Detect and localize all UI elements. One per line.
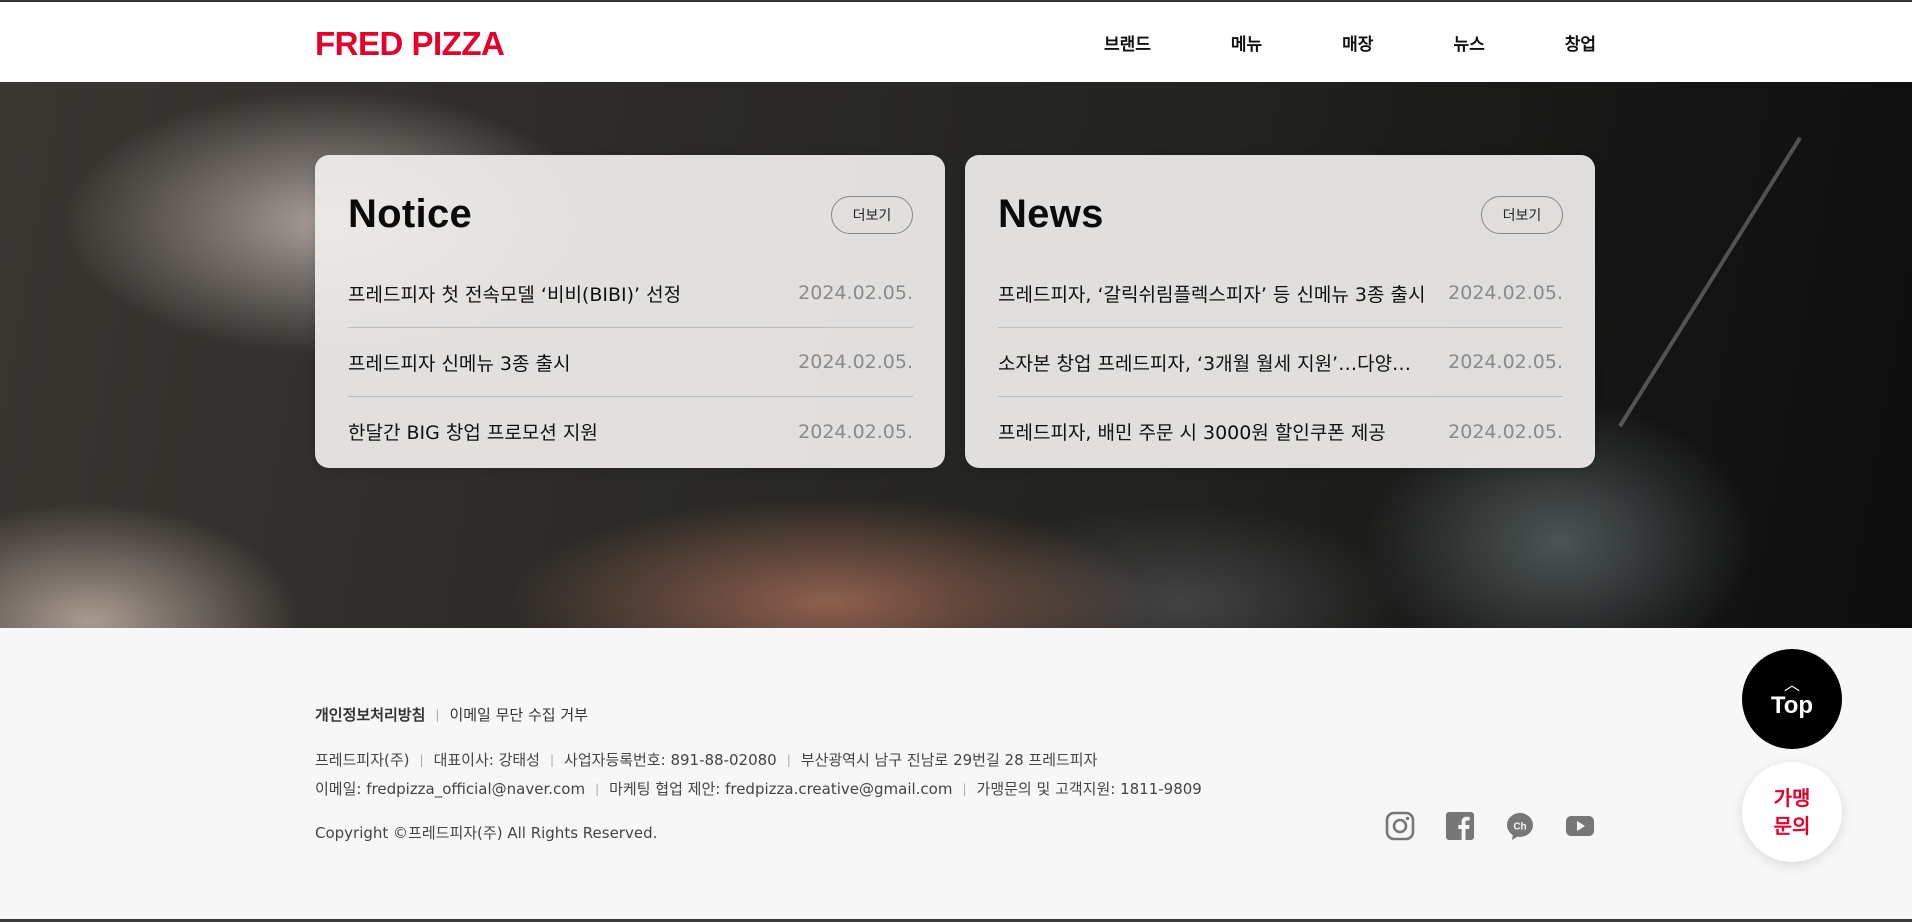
address: 부산광역시 남구 진남로 29번길 28 프레드피자 xyxy=(800,751,1098,769)
franchise-inquiry-button[interactable]: 가맹 문의 xyxy=(1742,762,1842,862)
background-glare xyxy=(1618,136,1802,428)
news-item-title: 소자본 창업 프레드피자, ‘3개월 월세 지원’…다양한 혜택 xyxy=(998,352,1429,375)
nav-franchise[interactable]: 창업 xyxy=(1565,30,1596,55)
notice-item-title: 프레드피자 신메뉴 3종 출시 xyxy=(348,352,571,375)
divider: | xyxy=(550,752,555,767)
news-list: 프레드피자, ‘갈릭쉬림플렉스피자’ 등 신메뉴 3종 출시 2024.02.0… xyxy=(998,259,1563,466)
news-more-button[interactable]: 더보기 xyxy=(1481,196,1563,234)
ceo-info: 대표이사: 강태성 xyxy=(433,751,540,769)
news-item-title: 프레드피자, 배민 주문 시 3000원 할인쿠폰 제공 xyxy=(998,422,1386,444)
scroll-top-button[interactable]: ︿ Top xyxy=(1742,649,1842,749)
news-card: News 더보기 프레드피자, ‘갈릭쉬림플렉스피자’ 등 신메뉴 3종 출시 … xyxy=(965,155,1595,468)
nav-menu[interactable]: 메뉴 xyxy=(1231,30,1262,55)
news-title: News xyxy=(998,192,1104,236)
svg-text:Ch: Ch xyxy=(1513,822,1526,833)
divider: | xyxy=(595,781,600,796)
notice-item[interactable]: 프레드피자 신메뉴 3종 출시 2024.02.05. xyxy=(348,328,913,397)
main-nav: 브랜드 메뉴 매장 뉴스 창업 xyxy=(1104,2,1596,82)
divider: | xyxy=(962,781,967,796)
nav-brand[interactable]: 브랜드 xyxy=(1104,30,1151,55)
top-label: Top xyxy=(1770,692,1814,719)
news-item-date: 2024.02.05. xyxy=(1448,351,1563,373)
notice-title: Notice xyxy=(348,192,473,236)
site-header: FRED PIZZA 브랜드 메뉴 매장 뉴스 창업 xyxy=(0,2,1912,82)
business-number: 사업자등록번호: 891-88-02080 xyxy=(564,751,777,769)
email-info: 이메일: fredpizza_official@naver.com xyxy=(315,780,586,798)
instagram-icon[interactable] xyxy=(1384,810,1416,842)
notice-item-date: 2024.02.05. xyxy=(798,282,913,304)
news-item[interactable]: 소자본 창업 프레드피자, ‘3개월 월세 지원’…다양한 혜택 2024.02… xyxy=(998,328,1563,397)
notice-item[interactable]: 한달간 BIG 창업 프로모션 지원 2024.02.05. xyxy=(348,397,913,466)
nav-news[interactable]: 뉴스 xyxy=(1453,30,1484,55)
site-footer: 개인정보처리방침 | 이메일 무단 수집 거부 프레드피자(주) | 대표이사:… xyxy=(0,628,1912,922)
footer-links: 개인정보처리방침 | 이메일 무단 수집 거부 xyxy=(315,704,588,725)
news-item-date: 2024.02.05. xyxy=(1448,420,1563,443)
nav-stores[interactable]: 매장 xyxy=(1342,30,1373,55)
news-item-date: 2024.02.05. xyxy=(1448,282,1563,304)
company-info-line-2: 이메일: fredpizza_official@naver.com | 마케팅 … xyxy=(315,778,1202,799)
notice-more-button[interactable]: 더보기 xyxy=(831,196,913,234)
divider: | xyxy=(786,752,791,767)
notice-list: 프레드피자 첫 전속모델 ‘비비(BIBI)’ 선정 2024.02.05. 프… xyxy=(348,259,913,466)
notice-item-date: 2024.02.05. xyxy=(798,351,913,373)
notice-card: Notice 더보기 프레드피자 첫 전속모델 ‘비비(BIBI)’ 선정 20… xyxy=(315,155,945,468)
notice-item-title: 프레드피자 첫 전속모델 ‘비비(BIBI)’ 선정 xyxy=(348,283,682,306)
notice-item-date: 2024.02.05. xyxy=(798,420,913,443)
social-links: Ch xyxy=(1384,810,1596,842)
divider: | xyxy=(435,707,440,722)
divider: | xyxy=(419,752,424,767)
news-item-title: 프레드피자, ‘갈릭쉬림플렉스피자’ 등 신메뉴 3종 출시 xyxy=(998,283,1426,306)
facebook-icon[interactable] xyxy=(1444,810,1476,842)
support-phone-info: 가맹문의 및 고객지원: 1811-9809 xyxy=(976,780,1202,798)
company-info-line-1: 프레드피자(주) | 대표이사: 강태성 | 사업자등록번호: 891-88-0… xyxy=(315,749,1097,770)
copyright: Copyright ©프레드피자(주) All Rights Reserved. xyxy=(315,824,658,842)
email-refusal-link[interactable]: 이메일 무단 수집 거부 xyxy=(449,704,588,725)
notice-item[interactable]: 프레드피자 첫 전속모델 ‘비비(BIBI)’ 선정 2024.02.05. xyxy=(348,259,913,328)
notice-item-title: 한달간 BIG 창업 프로모션 지원 xyxy=(348,422,598,444)
company-name: 프레드피자(주) xyxy=(315,751,410,769)
kakao-channel-icon[interactable]: Ch xyxy=(1504,810,1536,842)
hero-section: Notice 더보기 프레드피자 첫 전속모델 ‘비비(BIBI)’ 선정 20… xyxy=(0,82,1912,628)
news-item[interactable]: 프레드피자, 배민 주문 시 3000원 할인쿠폰 제공 2024.02.05. xyxy=(998,397,1563,466)
privacy-policy-link[interactable]: 개인정보처리방침 xyxy=(315,704,425,725)
news-item[interactable]: 프레드피자, ‘갈릭쉬림플렉스피자’ 등 신메뉴 3종 출시 2024.02.0… xyxy=(998,259,1563,328)
marketing-email-info: 마케팅 협업 제안: fredpizza.creative@gmail.com xyxy=(609,780,953,798)
youtube-icon[interactable] xyxy=(1564,810,1596,842)
chevron-up-icon: ︿ xyxy=(1783,675,1800,694)
logo[interactable]: FRED PIZZA xyxy=(315,24,505,64)
